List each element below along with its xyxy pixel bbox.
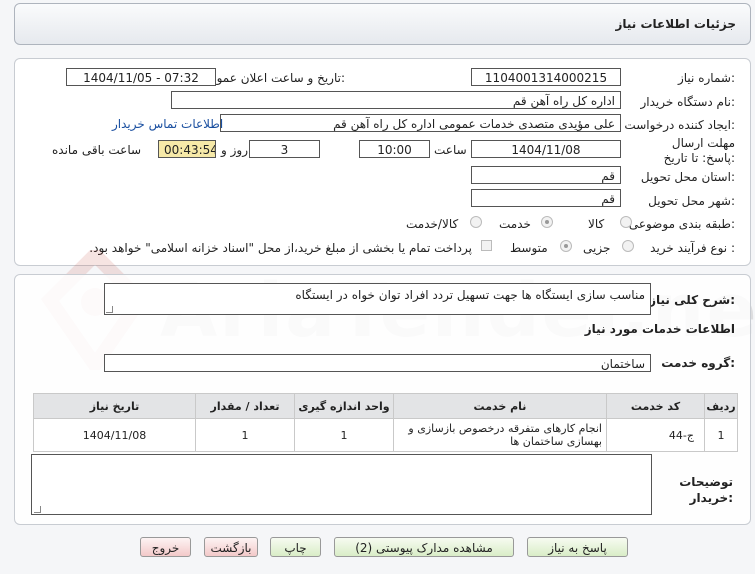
buyer-notes-label: توضیحات خریدار: bbox=[679, 475, 733, 505]
days-remaining-field: 3 bbox=[249, 140, 320, 158]
days-label: روز و bbox=[221, 143, 248, 157]
exit-button[interactable]: خروج bbox=[140, 537, 191, 557]
buyer-contact-link[interactable]: اطلاعات تماس خریدار bbox=[112, 117, 223, 131]
page-title: جزئیات اطلاعات نیاز bbox=[615, 17, 736, 31]
cell-row-number: 1 bbox=[704, 418, 738, 452]
service-group-label: گروه خدمت: bbox=[661, 356, 735, 370]
column-header-unit: واحد اندازه گیری bbox=[294, 393, 394, 419]
category-option-goods: کالا bbox=[588, 217, 605, 231]
cell-service-name: انجام کارهای متفرقه درخصوص بازسازی و بهس… bbox=[393, 418, 607, 452]
column-header-row: ردیف bbox=[704, 393, 738, 419]
column-header-code: کد خدمت bbox=[606, 393, 705, 419]
cell-unit: 1 bbox=[294, 418, 394, 452]
services-table: ردیف کد خدمت نام خدمت واحد اندازه گیری ت… bbox=[33, 393, 738, 452]
city-field: قم bbox=[471, 189, 621, 207]
process-option-medium: متوسط bbox=[510, 241, 548, 255]
city-label: شهر محل تحویل: bbox=[648, 194, 735, 208]
requester-field: علی مؤیدی متصدی خدمات عمومی اداره کل راه… bbox=[220, 114, 621, 132]
process-option-minor: جزیی bbox=[583, 241, 611, 255]
description-resize-handle[interactable] bbox=[106, 306, 113, 313]
page-header: جزئیات اطلاعات نیاز bbox=[14, 3, 751, 45]
print-button[interactable]: چاپ bbox=[270, 537, 321, 557]
category-radio-goods-service[interactable] bbox=[470, 216, 482, 228]
need-number-field: 1104001314000215 bbox=[471, 68, 621, 86]
remaining-time-field: 00:43:54 bbox=[158, 140, 216, 158]
announce-datetime-label: تاریخ و ساعت اعلان عمومی: bbox=[200, 71, 345, 85]
column-header-name: نام خدمت bbox=[393, 393, 607, 419]
back-button[interactable]: بازگشت bbox=[204, 537, 258, 557]
deadline-date-field: 1404/11/08 bbox=[471, 140, 621, 158]
need-number-label: شماره نیاز: bbox=[677, 71, 735, 85]
process-radio-minor[interactable] bbox=[622, 240, 634, 252]
buyer-notes-resize-handle[interactable] bbox=[34, 506, 41, 513]
reply-to-need-button[interactable]: پاسخ به نیاز bbox=[527, 537, 628, 557]
remaining-time-label: ساعت باقی مانده bbox=[52, 143, 142, 157]
treasury-payment-checkbox[interactable] bbox=[481, 240, 492, 251]
description-label: شرح کلی نیاز: bbox=[649, 293, 735, 307]
requester-label: ایجاد کننده درخواست: bbox=[624, 118, 735, 132]
province-label: استان محل تحویل: bbox=[640, 170, 735, 184]
treasury-payment-note: پرداخت تمام یا بخشی از مبلغ خرید،از محل … bbox=[89, 241, 472, 255]
category-label: طبقه بندی موضوعی: bbox=[628, 217, 735, 231]
table-row: 1 ج-44 انجام کارهای متفرقه درخصوص بازساز… bbox=[33, 418, 738, 452]
province-field: قم bbox=[471, 166, 621, 184]
cell-need-date: 1404/11/08 bbox=[33, 418, 196, 452]
buyer-org-label: نام دستگاه خریدار: bbox=[640, 95, 736, 109]
category-radio-service[interactable] bbox=[541, 216, 553, 228]
buyer-org-field: اداره کل راه آهن قم bbox=[171, 91, 621, 109]
process-radio-medium[interactable] bbox=[560, 240, 572, 252]
services-section-title: اطلاعات خدمات مورد نیاز bbox=[584, 322, 735, 336]
cell-quantity: 1 bbox=[195, 418, 295, 452]
description-field: مناسب سازی ایستگاه ها جهت تسهیل تردد افر… bbox=[104, 283, 651, 315]
column-header-date: تاریخ نیاز bbox=[33, 393, 196, 419]
view-attachments-button[interactable]: مشاهده مدارک پیوستی (2) bbox=[334, 537, 514, 557]
column-header-quantity: تعداد / مقدار bbox=[195, 393, 295, 419]
process-type-label: نوع فرآیند خرید : bbox=[650, 241, 735, 255]
deadline-time-label: ساعت bbox=[434, 143, 467, 157]
category-radio-goods[interactable] bbox=[620, 216, 632, 228]
category-option-goods-service: کالا/خدمت bbox=[406, 217, 459, 231]
cell-service-code: ج-44 bbox=[606, 418, 705, 452]
deadline-time-field: 10:00 bbox=[359, 140, 430, 158]
announce-datetime-field: 1404/11/05 - 07:32 bbox=[66, 68, 216, 86]
need-info-panel bbox=[14, 58, 751, 266]
buyer-notes-field bbox=[31, 454, 652, 515]
category-option-service: خدمت bbox=[499, 217, 531, 231]
service-group-field: ساختمان bbox=[104, 354, 651, 372]
deadline-label: مهلت ارسال پاسخ: تا تاریخ: bbox=[663, 136, 735, 165]
